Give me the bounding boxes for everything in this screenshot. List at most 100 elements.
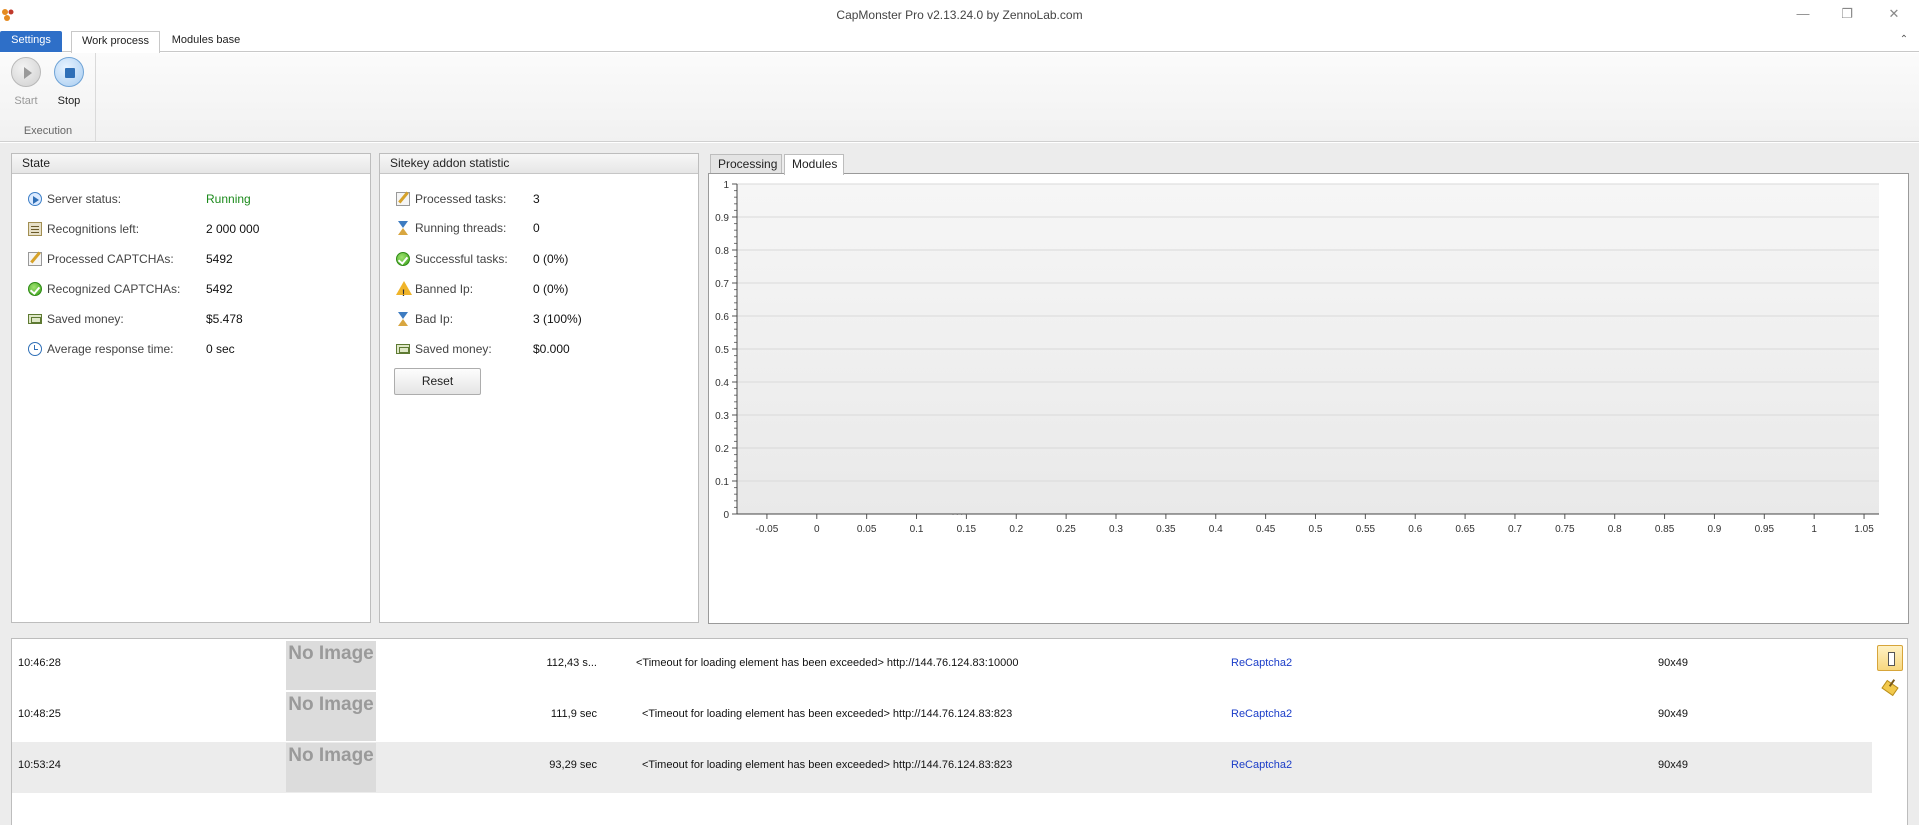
x-tick-label: 0.3 — [1109, 524, 1123, 535]
start-button[interactable]: Start — [6, 57, 46, 107]
sitekey-panel-title: Sitekey addon statistic — [380, 154, 698, 174]
state-panel-title: State — [12, 154, 370, 174]
log-time: 10:53:24 — [18, 759, 61, 771]
stop-icon — [54, 57, 84, 87]
x-tick-label: 0.8 — [1608, 524, 1622, 535]
log-list: 10:46:28 No Image 112,43 s... <Timeout f… — [11, 638, 1908, 825]
x-tick-label: 1 — [1811, 524, 1817, 535]
x-tick-label: 0.2 — [1009, 524, 1023, 535]
x-tick-label: 1.05 — [1854, 524, 1874, 535]
captcha-image-placeholder: No Image — [286, 692, 376, 741]
play-status-icon — [28, 192, 42, 206]
main-area: State Server status: Running Recognition… — [0, 143, 1919, 825]
pause-log-button[interactable] — [1877, 645, 1903, 671]
money-icon — [396, 344, 410, 354]
stat-value: 2 000 000 — [206, 222, 260, 236]
start-label: Start — [14, 95, 38, 107]
captcha-image-placeholder: No Image — [286, 641, 376, 690]
close-button[interactable]: ✕ — [1882, 5, 1906, 23]
y-tick-label: 0.2 — [715, 444, 729, 455]
stop-label: Stop — [57, 95, 81, 107]
stat-value: 3 — [533, 192, 540, 206]
x-tick-label: 0.25 — [1056, 524, 1076, 535]
tab-work-process[interactable]: Work process — [71, 31, 160, 53]
x-tick-label: 0.15 — [957, 524, 977, 535]
y-tick-label: 0.3 — [715, 411, 729, 422]
y-tick-label: 0.4 — [715, 378, 729, 389]
log-duration: 93,29 sec — [549, 759, 597, 771]
tab-modules[interactable]: Modules — [784, 154, 844, 175]
x-tick-label: 0.75 — [1555, 524, 1575, 535]
y-tick-label: 0.5 — [715, 345, 729, 356]
x-tick-label: 0 — [814, 524, 820, 535]
stat-value: 5492 — [206, 282, 233, 296]
x-tick-label: 0.5 — [1309, 524, 1323, 535]
stat-label: Recognitions left: — [47, 222, 140, 236]
reset-button[interactable]: Reset — [394, 368, 481, 395]
stat-label: Banned Ip: — [415, 282, 474, 296]
ribbon-body: Start Stop Execution — [0, 53, 1919, 142]
log-message: <Timeout for loading element has been ex… — [642, 708, 1013, 720]
execution-group-label: Execution — [23, 125, 73, 137]
recognitions-icon — [28, 222, 42, 236]
server-status-value: Running — [206, 192, 251, 206]
sitekey-panel: Sitekey addon statistic Processed tasks:… — [379, 153, 699, 623]
tab-modules-base[interactable]: Modules base — [162, 31, 250, 52]
money-icon — [28, 314, 42, 324]
y-tick-label: 1 — [723, 180, 729, 191]
x-tick-label: 0.05 — [857, 524, 877, 535]
ribbon-tab-strip: Settings Work process Modules base ⌃ — [0, 30, 1919, 53]
stat-label: Processed tasks: — [415, 192, 507, 206]
splitter-handle[interactable]: ···· — [950, 510, 970, 520]
chart: 0 0.1 0.2 0.3 0.4 0.5 0.6 0.7 0.8 0.9 1 -0.05 0 0.05 0… — [715, 180, 1879, 535]
window-title: CapMonster Pro v2.13.24.0 by ZennoLab.co… — [836, 8, 1083, 22]
log-size: 90x49 — [1658, 708, 1688, 720]
minimize-button[interactable]: — — [1791, 5, 1815, 23]
y-tick-label: 0 — [723, 510, 729, 521]
restore-button[interactable]: ❐ — [1835, 5, 1859, 23]
hourglass-icon — [396, 221, 410, 235]
x-tick-label: 0.45 — [1256, 524, 1276, 535]
log-size: 90x49 — [1658, 759, 1688, 771]
y-tick-label: 0.8 — [715, 246, 729, 257]
tab-processing[interactable]: Processing — [710, 154, 782, 174]
check-icon — [28, 282, 42, 296]
tab-settings[interactable]: Settings — [0, 31, 62, 52]
stat-label: Saved money: — [415, 342, 492, 356]
hourglass-icon — [396, 312, 410, 326]
title-bar: CapMonster Pro v2.13.24.0 by ZennoLab.co… — [0, 0, 1919, 30]
stop-button[interactable]: Stop — [49, 57, 89, 107]
y-tick-label: 0.7 — [715, 279, 729, 290]
stat-value: 3 (100%) — [533, 312, 582, 326]
log-captcha-type[interactable]: ReCaptcha2 — [1231, 657, 1292, 669]
stat-label: Bad Ip: — [415, 312, 454, 326]
stat-label: Saved money: — [47, 312, 124, 326]
x-tick-label: 0.7 — [1508, 524, 1522, 535]
collapse-ribbon-button[interactable]: ⌃ — [1897, 34, 1911, 48]
stat-label: Server status: — [47, 192, 122, 206]
log-captcha-type[interactable]: ReCaptcha2 — [1231, 759, 1292, 771]
log-message: <Timeout for loading element has been ex… — [642, 759, 1013, 771]
chart-panel: 0 0.1 0.2 0.3 0.4 0.5 0.6 0.7 0.8 0.9 1 -0.05 0 0.05 0… — [708, 173, 1909, 624]
table-row[interactable]: 10:48:25 No Image 111,9 sec <Timeout for… — [12, 691, 1872, 742]
log-captcha-type[interactable]: ReCaptcha2 — [1231, 708, 1292, 720]
log-time: 10:48:25 — [18, 708, 61, 720]
check-icon — [396, 252, 410, 266]
warning-icon — [396, 281, 412, 302]
x-tick-label: 0.95 — [1755, 524, 1775, 535]
log-size: 90x49 — [1658, 657, 1688, 669]
start-icon — [11, 57, 41, 87]
x-tick-label: 0.1 — [910, 524, 924, 535]
x-tick-label: 0.55 — [1356, 524, 1376, 535]
clock-icon — [28, 342, 42, 356]
table-row[interactable]: 10:53:24 No Image 93,29 sec <Timeout for… — [12, 742, 1872, 793]
stat-label: Running threads: — [415, 221, 507, 235]
stat-value: 0 (0%) — [533, 282, 569, 296]
clear-log-button[interactable] — [1877, 677, 1903, 703]
y-tick-label: 0.1 — [715, 477, 729, 488]
stat-value: 0 — [533, 221, 540, 235]
table-row[interactable]: 10:46:28 No Image 112,43 s... <Timeout f… — [12, 640, 1872, 691]
stat-value: 0 (0%) — [533, 252, 569, 266]
execution-group: Start Stop Execution — [0, 53, 96, 141]
x-tick-label: 0.4 — [1209, 524, 1223, 535]
